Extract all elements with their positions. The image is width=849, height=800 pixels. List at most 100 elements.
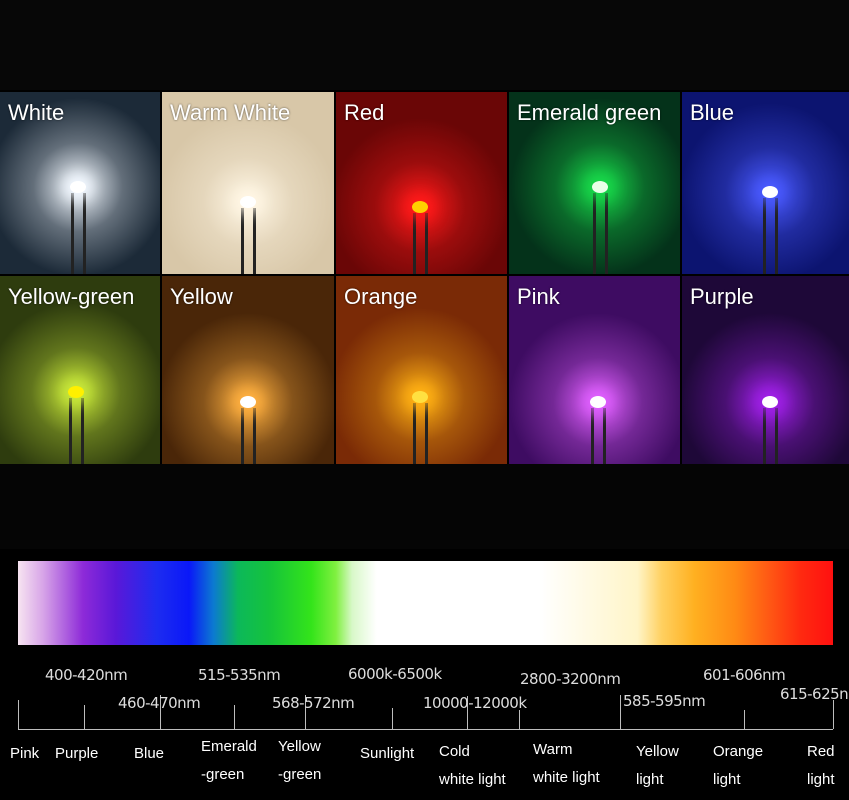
color-name-line2: -green xyxy=(201,766,245,783)
color-name-line2: light xyxy=(713,771,741,788)
led-tile-emerald-green: Emerald green xyxy=(509,92,680,274)
led-bulb xyxy=(68,386,84,398)
led-glow xyxy=(0,302,160,464)
led-bulb xyxy=(592,181,608,193)
color-name-line2: light xyxy=(807,771,835,788)
led-bulb xyxy=(412,391,428,403)
led-leg xyxy=(83,193,86,274)
led-leg xyxy=(775,198,778,274)
ruler-tick xyxy=(392,708,393,729)
led-leg xyxy=(425,403,428,464)
wavelength-label: 601-606nm xyxy=(703,666,786,684)
led-label: Purple xyxy=(690,284,754,309)
color-name-line1: Blue xyxy=(134,745,165,762)
led-leg xyxy=(253,208,256,274)
led-leg xyxy=(775,408,778,464)
color-name-line1: Yellow xyxy=(636,743,679,760)
color-name-line1: Yellow xyxy=(278,738,321,755)
led-leg xyxy=(241,208,244,274)
led-tile-purple: Purple xyxy=(682,276,849,464)
led-label: Warm White xyxy=(170,100,291,125)
led-label: Orange xyxy=(344,284,418,309)
led-bulb xyxy=(412,201,428,213)
color-name-label: Orange light xyxy=(713,738,763,794)
led-leg xyxy=(763,408,766,464)
led-label: Red xyxy=(344,100,385,125)
wavelength-label: 10000-12000k xyxy=(423,694,527,712)
led-leg xyxy=(425,213,428,274)
led-leg xyxy=(253,408,256,464)
led-bulb xyxy=(762,396,778,408)
led-leg xyxy=(591,408,594,464)
color-name-label: Purple xyxy=(55,740,98,768)
wavelength-label: 400-420nm xyxy=(45,666,128,684)
led-tile-pink: Pink xyxy=(509,276,680,464)
wavelength-label: 568-572nm xyxy=(272,694,355,712)
color-name-label: Yellow light xyxy=(636,738,679,794)
color-name-line1: Red xyxy=(807,743,835,760)
color-name-label: Blue xyxy=(134,740,164,768)
led-leg xyxy=(69,398,72,464)
led-tile-blue: Blue xyxy=(682,92,849,274)
wavelength-label: 2800-3200nm xyxy=(520,670,621,688)
ruler-tick xyxy=(519,710,520,729)
led-leg xyxy=(763,198,766,274)
led-tile-yellow: Yellow xyxy=(162,276,334,464)
color-name-line1: Cold xyxy=(439,743,470,760)
led-label: Blue xyxy=(690,100,735,125)
ruler-tick xyxy=(18,700,19,729)
led-tile-orange: Orange xyxy=(336,276,507,464)
led-leg xyxy=(81,398,84,464)
led-bulb xyxy=(70,181,86,193)
led-bulb xyxy=(590,396,606,408)
dark-band xyxy=(0,464,849,549)
led-label: Yellow xyxy=(170,284,233,309)
color-name-line1: Warm xyxy=(533,741,573,758)
spectrum-ruler xyxy=(18,729,833,730)
ruler-tick xyxy=(84,705,85,729)
led-glow xyxy=(336,117,507,274)
wavelength-label: 515-535nm xyxy=(198,666,281,684)
color-name-label: Warm white light xyxy=(533,736,600,792)
color-name-line2: white light xyxy=(533,769,600,786)
color-name-line2: -green xyxy=(278,766,322,783)
led-glow xyxy=(336,307,507,464)
ruler-tick xyxy=(620,695,621,729)
led-label: White xyxy=(8,100,65,125)
led-leg xyxy=(593,193,596,274)
wavelength-label: 460-470nm xyxy=(118,694,201,712)
color-name-label: Cold white light xyxy=(439,738,506,794)
color-name-line1: Sunlight xyxy=(360,745,415,762)
led-bulb xyxy=(240,396,256,408)
color-name-label: Red light xyxy=(807,738,835,794)
led-label: Yellow-green xyxy=(8,284,135,309)
led-leg xyxy=(605,193,608,274)
led-bulb xyxy=(240,196,256,208)
led-leg xyxy=(603,408,606,464)
ruler-tick xyxy=(833,700,834,729)
led-glow xyxy=(162,112,334,274)
led-leg xyxy=(413,213,416,274)
ruler-tick xyxy=(744,710,745,729)
led-color-grid: White Warm White Red Emerald green Blue Yello… xyxy=(0,92,849,464)
led-tile-white: White xyxy=(0,92,160,274)
led-leg xyxy=(241,408,244,464)
color-name-line2: white light xyxy=(439,771,506,788)
color-name-label: Sunlight xyxy=(360,740,414,768)
wavelength-label: 615-625nm xyxy=(780,685,849,703)
led-glow xyxy=(162,312,334,464)
color-name-line1: Orange xyxy=(713,743,764,760)
color-name-line1: Emerald xyxy=(201,738,257,755)
led-tile-warm-white: Warm White xyxy=(162,92,334,274)
led-tile-yellow-green: Yellow-green xyxy=(0,276,160,464)
led-leg xyxy=(413,403,416,464)
led-glow xyxy=(509,312,680,464)
color-name-label: Emerald -green xyxy=(201,733,257,789)
led-label: Pink xyxy=(517,284,560,309)
led-bulb xyxy=(762,186,778,198)
color-name-label: Yellow -green xyxy=(278,733,321,789)
color-name-line1: Pink xyxy=(10,745,40,762)
ruler-tick xyxy=(234,705,235,729)
wavelength-label: 585-595nm xyxy=(623,692,706,710)
top-black-band xyxy=(0,0,849,90)
